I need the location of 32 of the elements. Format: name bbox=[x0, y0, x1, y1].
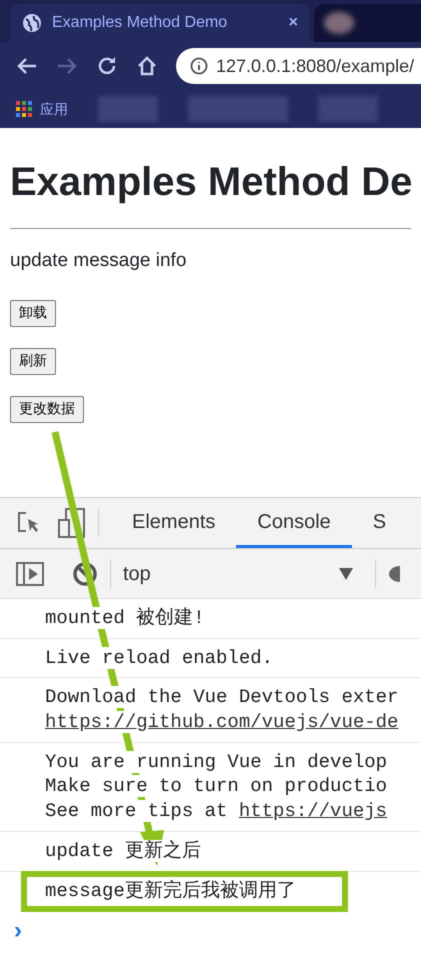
close-button[interactable]: × bbox=[288, 11, 298, 35]
page-button[interactable]: 更改数据 bbox=[10, 396, 84, 422]
message-link[interactable]: https://github.com/vuejs/vue-de bbox=[45, 711, 398, 734]
eye-icon[interactable] bbox=[388, 564, 400, 582]
message-text: update 更新之后 bbox=[45, 840, 201, 862]
device-toolbar-icon[interactable] bbox=[58, 508, 86, 538]
page-heading: Examples Method De bbox=[10, 159, 411, 206]
message-link[interactable]: https://vuejs bbox=[238, 800, 388, 822]
message-text: Make sure to turn on productio bbox=[45, 775, 388, 798]
tab-title: Examples Method Demo bbox=[52, 14, 228, 31]
apps-grid-icon bbox=[16, 101, 32, 117]
apps-shortcut[interactable]: 应用 bbox=[16, 98, 68, 120]
devtools-tab[interactable]: S bbox=[352, 498, 408, 548]
devtools-tab[interactable]: Elements bbox=[111, 498, 236, 548]
info-icon bbox=[190, 57, 208, 75]
dropdown-arrow-icon bbox=[339, 568, 353, 580]
page-button[interactable]: 刷新 bbox=[10, 348, 56, 374]
address-bar[interactable]: 127.0.0.1:8080/example/ bbox=[176, 48, 421, 84]
sidebar-toggle-icon[interactable] bbox=[16, 562, 44, 586]
home-icon[interactable] bbox=[136, 55, 158, 77]
page-button[interactable]: 卸载 bbox=[10, 300, 56, 326]
globe-icon bbox=[22, 13, 42, 33]
browser-tab[interactable]: Examples Method Demo × bbox=[10, 4, 310, 42]
console-prompt[interactable]: › bbox=[0, 919, 421, 944]
message-text: message更新完后我被调用了 bbox=[45, 880, 296, 902]
reload-icon[interactable] bbox=[96, 55, 118, 77]
clear-console-icon[interactable] bbox=[72, 560, 98, 586]
blurred-tab[interactable] bbox=[314, 4, 421, 42]
url-text: 127.0.0.1:8080/example/ bbox=[216, 54, 414, 78]
message-text: update message info bbox=[10, 249, 188, 273]
message-text: You are running Vue in develop bbox=[45, 750, 388, 773]
message-text: Download the Vue Devtools exter bbox=[45, 686, 398, 708]
